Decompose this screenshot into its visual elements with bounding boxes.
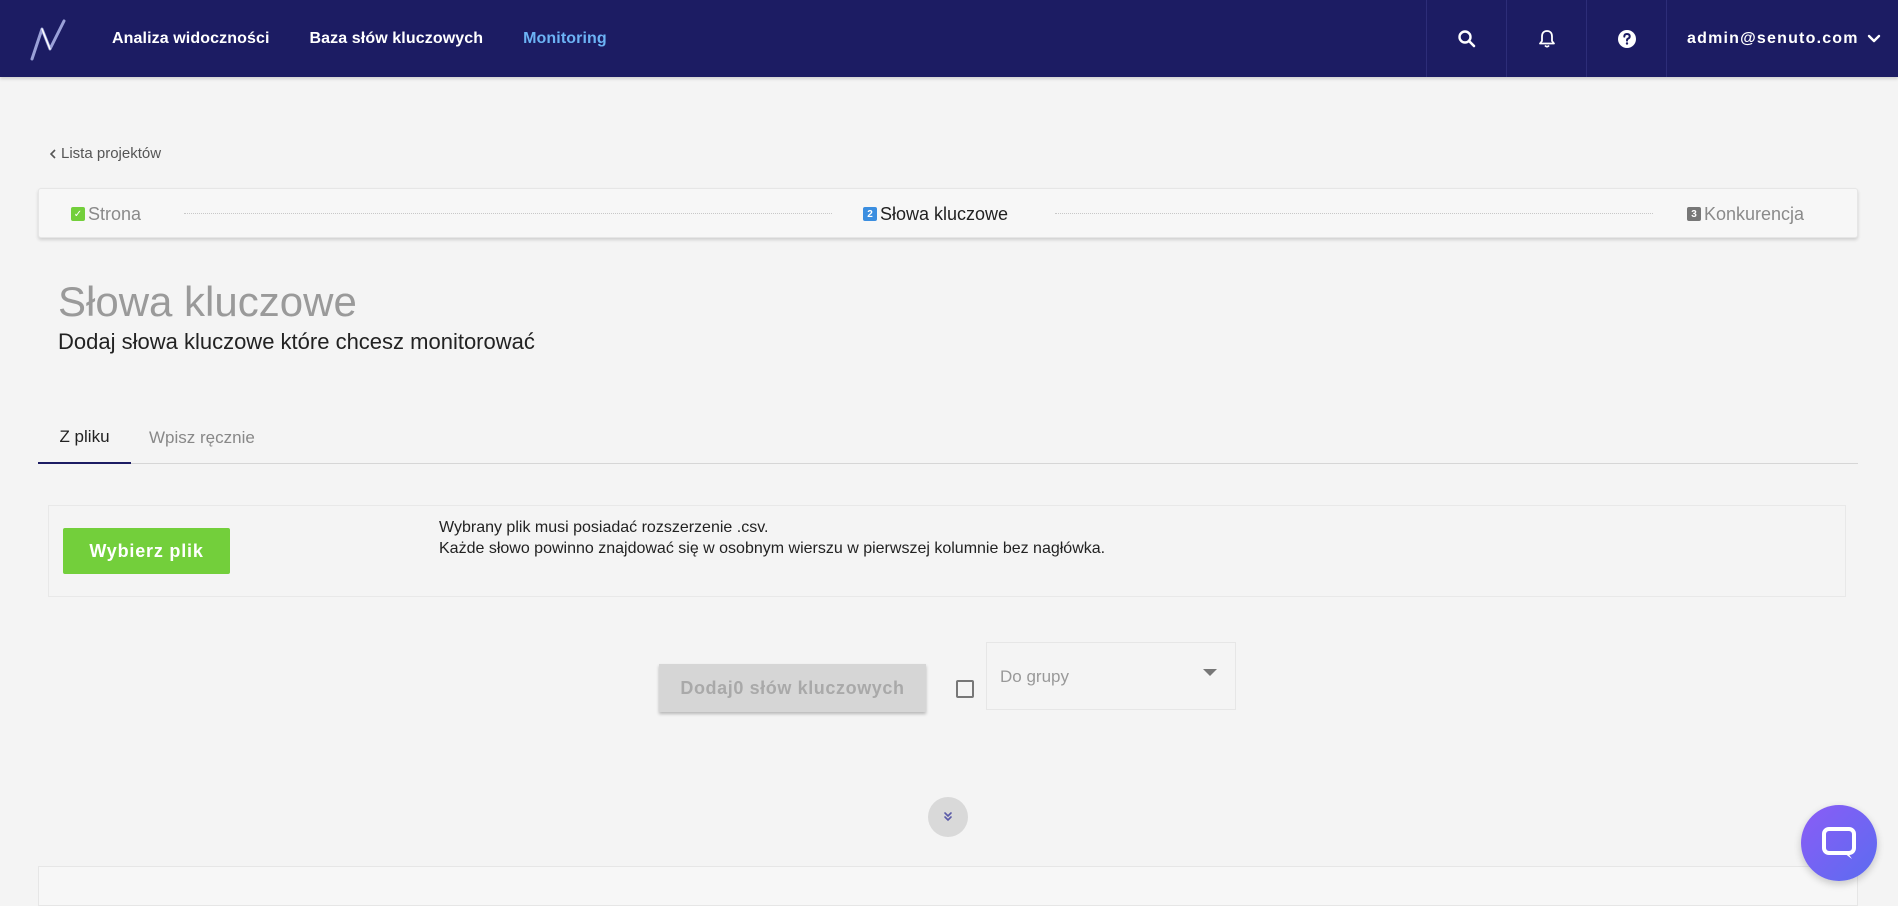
page-subtitle: Dodaj słowa kluczowe które chcesz monito… <box>58 329 535 354</box>
file-requirements-line: Wybrany plik musi posiadać rozszerzenie … <box>439 519 769 536</box>
page-title: Słowa kluczowe <box>58 278 357 325</box>
caret-down-icon <box>1203 669 1217 676</box>
file-upload-panel: Wybierz plik Wybrany plik musi posiadać … <box>48 505 1846 597</box>
file-requirements-line: Każde słowo powinno znajdować się w osob… <box>439 540 1106 557</box>
tab-wpisz-recznie[interactable]: Wpisz ręcznie <box>149 412 255 464</box>
user-email: admin@senuto.com <box>1687 29 1859 47</box>
help-icon <box>1617 29 1636 48</box>
breadcrumb-label: Lista projektów <box>61 145 162 162</box>
senuto-logo-icon[interactable] <box>28 15 76 63</box>
breadcrumb-back-link[interactable]: Lista projektów <box>50 145 161 162</box>
nav-link-analiza-widocznosci[interactable]: Analiza widoczności <box>112 30 270 48</box>
check-icon: ✓ <box>71 207 85 221</box>
chevron-left-icon <box>50 148 56 159</box>
search-icon <box>1457 29 1475 47</box>
step-label: Słowa kluczowe <box>880 203 1009 224</box>
choose-file-button[interactable]: Wybierz plik <box>63 528 230 574</box>
wizard-stepper: ✓ Strona 2 Słowa kluczowe 3 Konkurencja <box>38 188 1858 238</box>
step-number-badge: 2 <box>863 207 877 221</box>
step-strona[interactable]: ✓ Strona <box>71 189 141 239</box>
double-chevron-down-icon <box>944 812 952 822</box>
step-connector <box>184 213 832 214</box>
step-konkurencja[interactable]: 3 Konkurencja <box>1687 189 1804 239</box>
keywords-list-panel <box>38 866 1858 906</box>
input-method-tabs: Z pliku Wpisz ręcznie <box>38 412 1858 464</box>
expand-button[interactable] <box>928 797 968 837</box>
step-label: Konkurencja <box>1704 203 1805 224</box>
notifications-button[interactable] <box>1506 0 1586 77</box>
step-number-badge: 3 <box>1687 207 1701 221</box>
step-label: Strona <box>88 203 142 224</box>
search-button[interactable] <box>1426 0 1506 77</box>
nav-link-monitoring[interactable]: Monitoring <box>523 30 607 48</box>
help-button[interactable] <box>1586 0 1666 77</box>
tab-z-pliku[interactable]: Z pliku <box>38 412 131 464</box>
user-menu[interactable]: admin@senuto.com <box>1666 0 1898 77</box>
topbar-actions: admin@senuto.com <box>1426 0 1898 77</box>
group-select-placeholder: Do grupy <box>1000 667 1069 686</box>
step-slowa-kluczowe[interactable]: 2 Słowa kluczowe <box>863 189 1008 239</box>
group-select[interactable]: Do grupy <box>986 642 1236 710</box>
chat-icon <box>1822 827 1856 859</box>
file-requirements: Wybrany plik musi posiadać rozszerzenie … <box>439 517 1105 559</box>
chat-widget-button[interactable] <box>1801 805 1877 881</box>
step-connector <box>1055 213 1653 214</box>
top-navigation-bar: Analiza widoczności Baza słów kluczowych… <box>0 0 1898 77</box>
add-keywords-button[interactable]: Dodaj0 słów kluczowych <box>659 664 926 712</box>
chevron-down-icon <box>1867 34 1880 42</box>
group-checkbox[interactable] <box>956 680 974 698</box>
bell-icon <box>1538 29 1555 48</box>
nav-link-baza-slow-kluczowych[interactable]: Baza słów kluczowych <box>310 30 484 48</box>
